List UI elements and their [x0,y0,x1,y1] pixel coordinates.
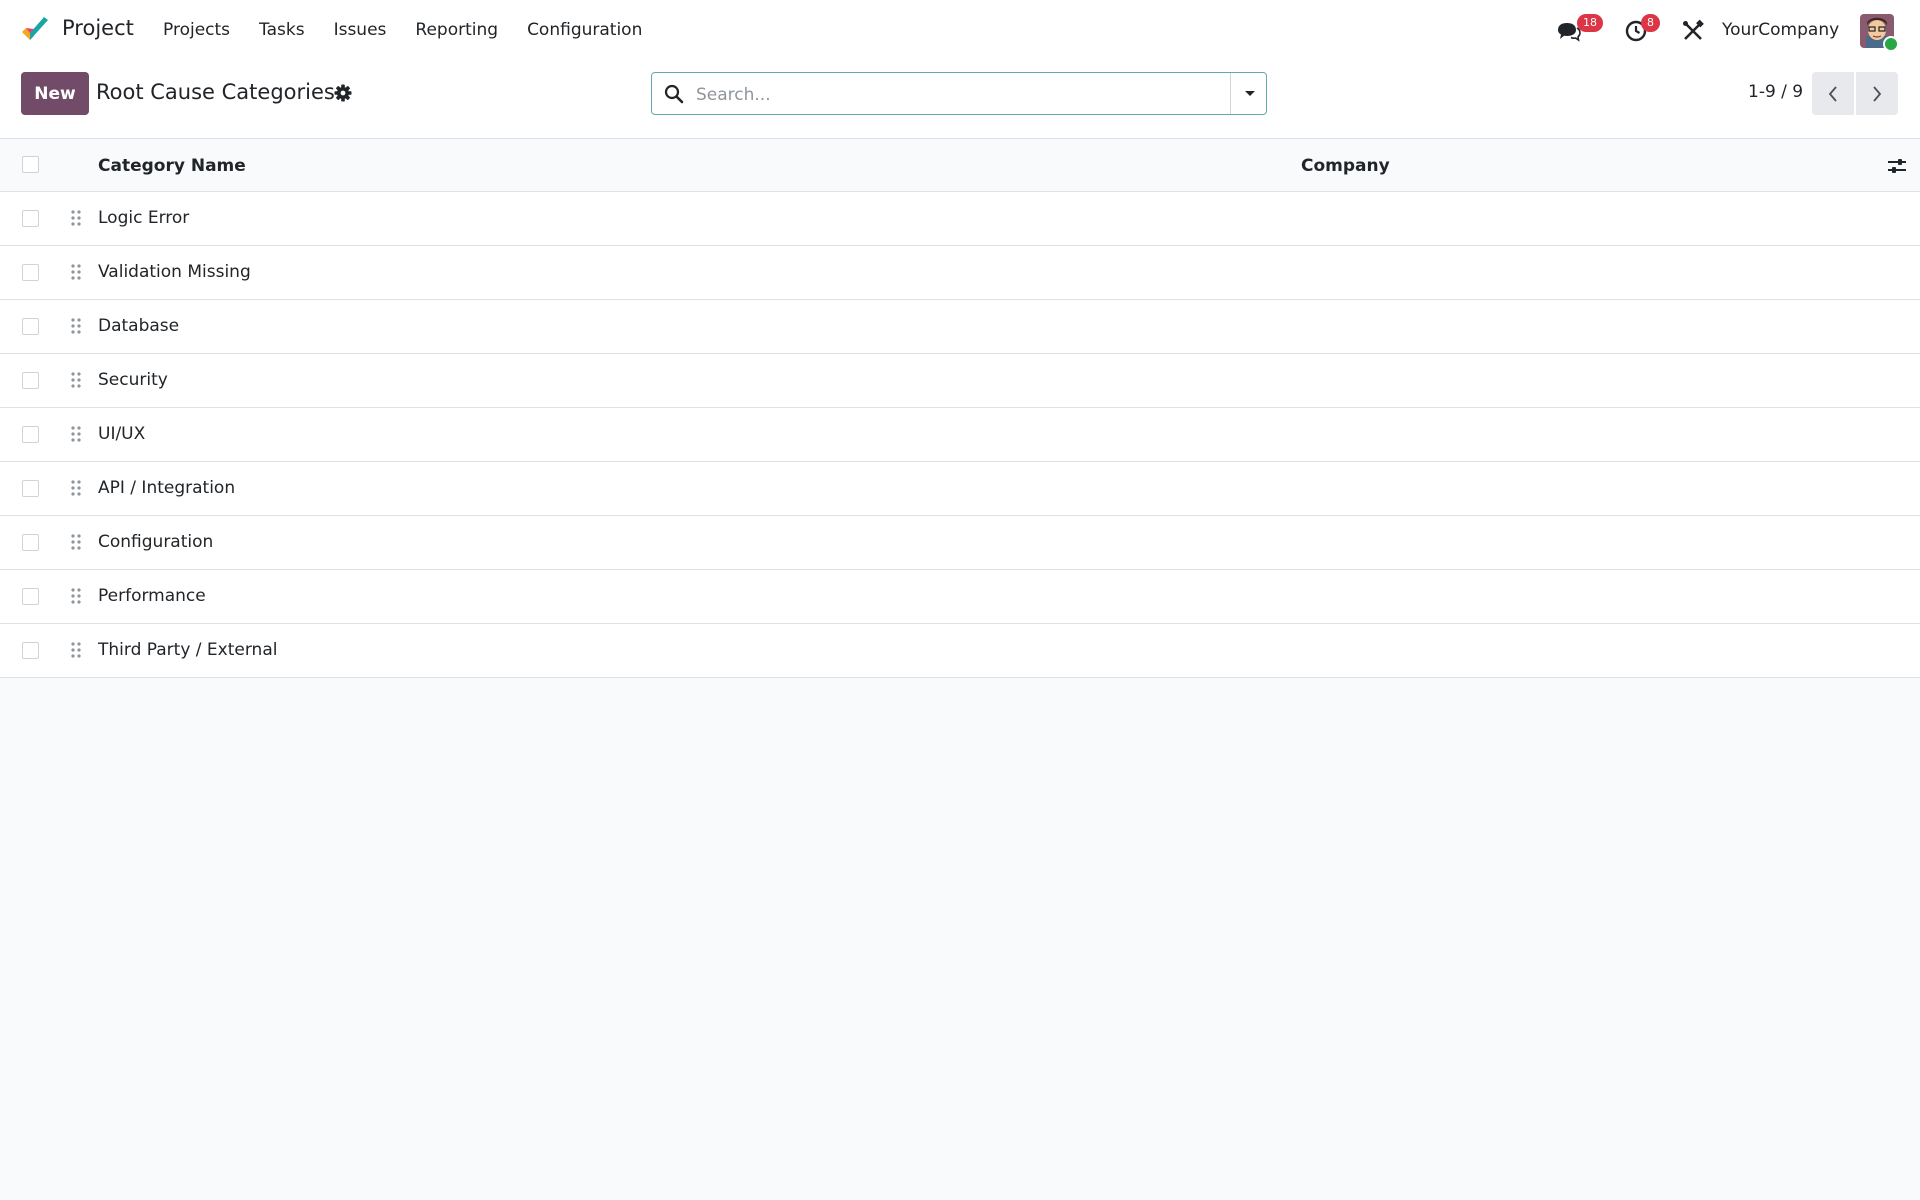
drag-handle-icon[interactable] [70,587,82,605]
table-row[interactable]: Database [0,300,1920,354]
cell-category-name: Third Party / External [98,640,278,660]
table-body: Logic Error Validation Missing Database … [0,192,1920,678]
search-bar [651,72,1269,116]
cell-category-name: Database [98,316,180,336]
search-input[interactable] [694,73,1258,116]
project-logo-icon[interactable] [20,16,50,44]
table-row[interactable]: Configuration [0,516,1920,570]
online-status-dot [1883,36,1899,52]
pager-previous-button[interactable] [1812,72,1854,115]
company-switcher[interactable]: YourCompany [1722,20,1839,40]
row-checkbox[interactable] [22,534,39,551]
row-checkbox[interactable] [22,210,39,227]
pager-next-button[interactable] [1856,72,1898,115]
row-checkbox[interactable] [22,480,39,497]
search-options-toggle[interactable] [1230,73,1269,114]
chevron-right-icon [1873,85,1882,102]
main-navbar: Project Projects Tasks Issues Reporting … [0,0,1920,60]
app-name[interactable]: Project [62,16,134,40]
table-row[interactable]: Third Party / External [0,624,1920,678]
table-row[interactable]: Logic Error [0,192,1920,246]
caret-down-icon [1245,90,1255,96]
pager-value[interactable]: 1-9 / 9 [1748,82,1803,102]
tools-icon[interactable] [1680,18,1706,44]
cell-category-name: Security [98,370,168,390]
drag-handle-icon[interactable] [70,371,82,389]
drag-handle-icon[interactable] [70,209,82,227]
drag-handle-icon[interactable] [70,479,82,497]
table-row[interactable]: API / Integration [0,462,1920,516]
cell-category-name: API / Integration [98,478,236,498]
list-view-table: Category Name Company Logic Error Valida… [0,139,1920,678]
drag-handle-icon[interactable] [70,263,82,281]
gear-icon[interactable] [334,84,352,102]
activities-badge: 8 [1641,14,1660,32]
menu-configuration[interactable]: Configuration [527,20,642,40]
table-header: Category Name Company [0,139,1920,192]
table-row[interactable]: UI/UX [0,408,1920,462]
cell-category-name: Logic Error [98,208,190,228]
cell-category-name: Validation Missing [98,262,251,282]
search-icon [664,84,684,104]
control-panel: New Root Cause Categories 1-9 / 9 [0,60,1920,139]
cell-category-name: Performance [98,586,206,606]
column-header-category-name[interactable]: Category Name [98,156,246,176]
drag-handle-icon[interactable] [70,317,82,335]
cell-category-name: UI/UX [98,424,146,444]
menu-tasks[interactable]: Tasks [259,20,305,40]
table-row[interactable]: Security [0,354,1920,408]
menu-issues[interactable]: Issues [334,20,387,40]
table-row[interactable]: Performance [0,570,1920,624]
menu-reporting[interactable]: Reporting [415,20,498,40]
column-header-company[interactable]: Company [1301,156,1390,176]
row-checkbox[interactable] [22,318,39,335]
select-all-checkbox[interactable] [22,156,39,173]
row-checkbox[interactable] [22,426,39,443]
drag-handle-icon[interactable] [70,533,82,551]
row-checkbox[interactable] [22,372,39,389]
row-checkbox[interactable] [22,588,39,605]
new-button[interactable]: New [21,72,89,115]
messages-badge: 18 [1577,14,1603,32]
page-title: Root Cause Categories [96,80,335,104]
table-row[interactable]: Validation Missing [0,246,1920,300]
row-checkbox[interactable] [22,264,39,281]
cell-category-name: Configuration [98,532,214,552]
top-menu: Projects Tasks Issues Reporting Configur… [163,20,671,40]
menu-projects[interactable]: Projects [163,20,230,40]
chevron-left-icon [1828,85,1837,102]
sliders-icon[interactable] [1887,156,1907,176]
drag-handle-icon[interactable] [70,641,82,659]
drag-handle-icon[interactable] [70,425,82,443]
row-checkbox[interactable] [22,642,39,659]
